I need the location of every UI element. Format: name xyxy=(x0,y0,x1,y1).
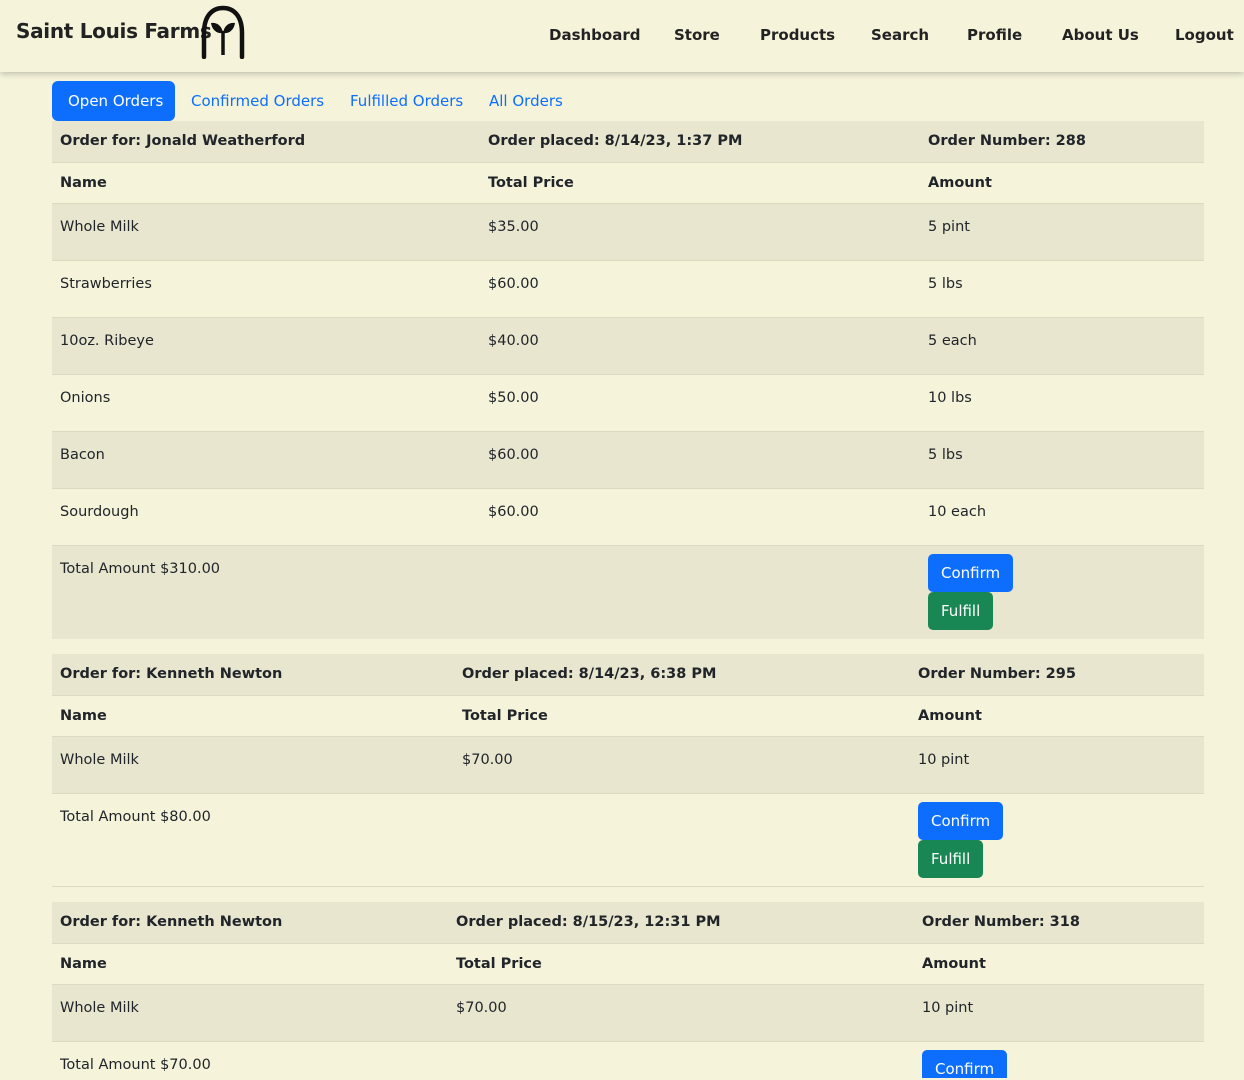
nav-search[interactable]: Search xyxy=(871,26,929,44)
item-price: $50.00 xyxy=(488,390,539,406)
item-price: $60.00 xyxy=(488,504,539,520)
column-total-price: Total Price xyxy=(462,708,548,724)
item-name: Strawberries xyxy=(60,276,152,292)
order-header: Order for: Jonald Weatherford Order plac… xyxy=(52,121,1204,162)
table-row: Strawberries $60.00 5 lbs xyxy=(52,260,1204,317)
order-card: Order for: Kenneth Newton Order placed: … xyxy=(52,902,1204,1078)
item-amount: 10 lbs xyxy=(928,390,972,406)
tab-open-orders[interactable]: Open Orders xyxy=(52,81,175,121)
table-row: Bacon $60.00 5 lbs xyxy=(52,431,1204,488)
order-number: Order Number: 295 xyxy=(918,666,1076,682)
nav-products[interactable]: Products xyxy=(760,26,835,44)
column-amount: Amount xyxy=(918,708,982,724)
item-name: Whole Milk xyxy=(60,1000,139,1016)
sprout-logo-icon xyxy=(201,5,245,59)
order-total-row: Total Amount $80.00 Confirm Fulfill xyxy=(52,793,1204,887)
column-total-price: Total Price xyxy=(488,175,574,191)
order-total-row: Total Amount $310.00 Confirm Fulfill xyxy=(52,545,1204,639)
column-headers: Name Total Price Amount xyxy=(52,695,1204,736)
fulfill-button[interactable]: Fulfill xyxy=(928,592,994,630)
column-headers: Name Total Price Amount xyxy=(52,162,1204,203)
order-total: Total Amount $310.00 xyxy=(60,561,221,577)
nav-dashboard[interactable]: Dashboard xyxy=(549,26,640,44)
confirm-button[interactable]: Confirm xyxy=(918,802,1004,840)
order-total-row: Total Amount $70.00 Confirm xyxy=(52,1041,1204,1078)
confirm-button[interactable]: Confirm xyxy=(928,554,1014,592)
item-amount: 10 each xyxy=(928,504,987,520)
item-price: $35.00 xyxy=(488,219,539,235)
order-total: Total Amount $70.00 xyxy=(60,1057,211,1073)
nav-about-us[interactable]: About Us xyxy=(1062,26,1139,44)
item-price: $70.00 xyxy=(462,752,513,768)
order-total: Total Amount $80.00 xyxy=(60,809,211,825)
order-card: Order for: Kenneth Newton Order placed: … xyxy=(52,654,1204,887)
tab-confirmed-orders[interactable]: Confirmed Orders xyxy=(175,81,340,121)
item-amount: 10 pint xyxy=(918,752,970,768)
confirm-button[interactable]: Confirm xyxy=(922,1050,1008,1078)
table-row: Whole Milk $70.00 10 pint xyxy=(52,984,1204,1041)
item-price: $40.00 xyxy=(488,333,539,349)
column-amount: Amount xyxy=(922,956,986,972)
order-header: Order for: Kenneth Newton Order placed: … xyxy=(52,654,1204,695)
brand-name[interactable]: Saint Louis Farms xyxy=(16,19,212,43)
table-row: Sourdough $60.00 10 each xyxy=(52,488,1204,545)
tab-all-orders[interactable]: All Orders xyxy=(473,81,579,121)
item-name: 10oz. Ribeye xyxy=(60,333,154,349)
tab-fulfilled-orders[interactable]: Fulfilled Orders xyxy=(334,81,479,121)
item-price: $60.00 xyxy=(488,447,539,463)
order-customer: Order for: Kenneth Newton xyxy=(60,914,283,930)
fulfill-button[interactable]: Fulfill xyxy=(918,840,984,878)
item-price: $70.00 xyxy=(456,1000,507,1016)
item-name: Onions xyxy=(60,390,111,406)
table-row: Whole Milk $70.00 10 pint xyxy=(52,736,1204,793)
order-placed: Order placed: 8/15/23, 12:31 PM xyxy=(456,914,721,930)
nav-logout[interactable]: Logout xyxy=(1175,26,1234,44)
nav-store[interactable]: Store xyxy=(674,26,720,44)
column-headers: Name Total Price Amount xyxy=(52,943,1204,984)
item-amount: 5 each xyxy=(928,333,977,349)
item-price: $60.00 xyxy=(488,276,539,292)
item-amount: 5 lbs xyxy=(928,276,963,292)
order-customer: Order for: Jonald Weatherford xyxy=(60,133,306,149)
item-amount: 5 lbs xyxy=(928,447,963,463)
item-name: Sourdough xyxy=(60,504,139,520)
table-row: 10oz. Ribeye $40.00 5 each xyxy=(52,317,1204,374)
table-row: Onions $50.00 10 lbs xyxy=(52,374,1204,431)
order-header: Order for: Kenneth Newton Order placed: … xyxy=(52,902,1204,943)
order-placed: Order placed: 8/14/23, 6:38 PM xyxy=(462,666,717,682)
column-name: Name xyxy=(60,956,107,972)
order-number: Order Number: 318 xyxy=(922,914,1080,930)
nav-profile[interactable]: Profile xyxy=(967,26,1022,44)
item-name: Whole Milk xyxy=(60,219,139,235)
column-total-price: Total Price xyxy=(456,956,542,972)
order-card: Order for: Jonald Weatherford Order plac… xyxy=(52,121,1204,639)
table-row: Whole Milk $35.00 5 pint xyxy=(52,203,1204,260)
item-amount: 10 pint xyxy=(922,1000,974,1016)
navbar: Saint Louis Farms Dashboard Store Produc… xyxy=(0,0,1244,72)
order-customer: Order for: Kenneth Newton xyxy=(60,666,283,682)
item-name: Whole Milk xyxy=(60,752,139,768)
item-amount: 5 pint xyxy=(928,219,970,235)
column-name: Name xyxy=(60,175,107,191)
order-placed: Order placed: 8/14/23, 1:37 PM xyxy=(488,133,743,149)
order-number: Order Number: 288 xyxy=(928,133,1086,149)
column-name: Name xyxy=(60,708,107,724)
item-name: Bacon xyxy=(60,447,105,463)
column-amount: Amount xyxy=(928,175,992,191)
